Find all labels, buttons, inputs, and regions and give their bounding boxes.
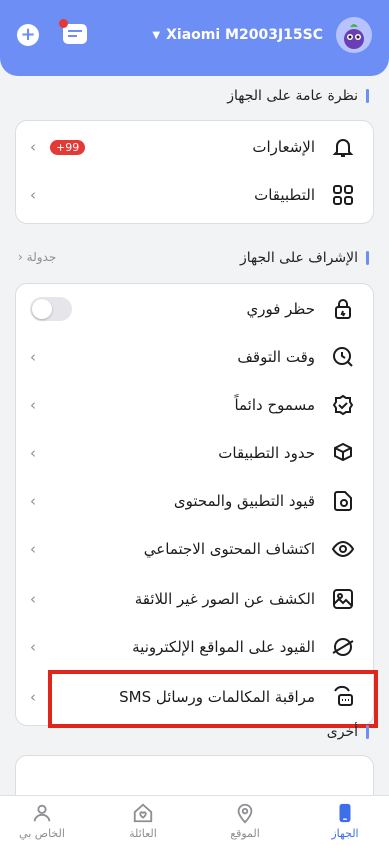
chevron-left-icon: ‹ [30, 688, 36, 706]
clock-icon [333, 347, 353, 367]
apps-grid-icon [333, 185, 353, 205]
chevron-left-icon: ‹ [18, 250, 23, 264]
tab-profile[interactable]: الخاص بي [2, 802, 82, 840]
chevron-left-icon: ‹ [30, 138, 36, 156]
notification-dot-icon [59, 19, 68, 28]
bell-icon [332, 139, 354, 157]
section-title-other: أخرى [327, 724, 369, 740]
settings-doc-icon [334, 491, 352, 511]
chevron-left-icon: ‹ [30, 444, 36, 462]
chevron-left-icon: ‹ [30, 396, 36, 414]
bottom-tab-bar: الجهاز الموقع العائلة الخاص بي [0, 795, 389, 849]
tab-location[interactable]: الموقع [205, 802, 285, 840]
top-header: + ▼ Xiaomi M2003J15SC [0, 0, 389, 76]
device-name: Xiaomi M2003J15SC [166, 27, 323, 43]
list-item-social-content-detection[interactable]: اكتشاف المحتوى الاجتماعي ‹ [16, 526, 373, 572]
list-item-instant-block: حظر فوري [16, 286, 373, 332]
box-timer-icon [334, 442, 352, 462]
list-item-app-limits[interactable]: حدود التطبيقات ‹ [16, 430, 373, 476]
list-item-downtime[interactable]: وقت التوقف ‹ [16, 334, 373, 380]
eye-icon [331, 540, 355, 558]
overview-card: الإشعارات +99 ‹ التطبيقات ‹ [15, 120, 374, 224]
list-item-app-content-restrictions[interactable]: قيود التطبيق والمحتوى ‹ [16, 478, 373, 524]
message-icon[interactable] [59, 19, 87, 44]
list-item-apps[interactable]: التطبيقات ‹ [16, 172, 373, 218]
supervision-card: حظر فوري وقت التوقف ‹ مسموح دائماً ‹ حدو… [15, 283, 374, 726]
phone-icon [339, 803, 351, 823]
section-title-supervision: الإشراف على الجهاز [240, 250, 369, 266]
lock-icon [335, 299, 351, 319]
location-icon [237, 803, 253, 824]
avatar[interactable] [336, 17, 372, 53]
globe-icon [332, 638, 354, 656]
tab-device[interactable]: الجهاز [305, 802, 385, 840]
notification-count-badge: +99 [50, 139, 86, 155]
chevron-left-icon: ‹ [30, 540, 36, 558]
list-item-always-allowed[interactable]: مسموح دائماً ‹ [16, 382, 373, 428]
chevron-left-icon: ‹ [30, 186, 36, 204]
image-icon [333, 589, 353, 609]
chevron-left-icon: ‹ [30, 590, 36, 608]
profile-icon [33, 804, 51, 822]
device-selector[interactable]: ▼ Xiaomi M2003J15SC [152, 27, 323, 43]
family-icon [133, 803, 153, 823]
instant-block-toggle[interactable] [30, 297, 72, 321]
list-item-inappropriate-image-detection[interactable]: الكشف عن الصور غير اللائقة ‹ [16, 576, 373, 622]
chevron-left-icon: ‹ [30, 638, 36, 656]
highlight-box [48, 670, 378, 728]
chevron-left-icon: ‹ [30, 348, 36, 366]
plus-icon[interactable]: + [17, 24, 39, 46]
schedule-link[interactable]: جدولة ‹ [18, 250, 56, 264]
tab-family[interactable]: العائلة [103, 802, 183, 840]
dropdown-icon: ▼ [152, 29, 161, 41]
list-item-website-restrictions[interactable]: القيود على المواقع الإلكترونية ‹ [16, 624, 373, 670]
section-title-overview: نظرة عامة على الجهاز [227, 88, 369, 104]
shield-check-icon [332, 394, 354, 416]
chevron-left-icon: ‹ [30, 492, 36, 510]
list-item-notifications[interactable]: الإشعارات +99 ‹ [16, 124, 373, 170]
